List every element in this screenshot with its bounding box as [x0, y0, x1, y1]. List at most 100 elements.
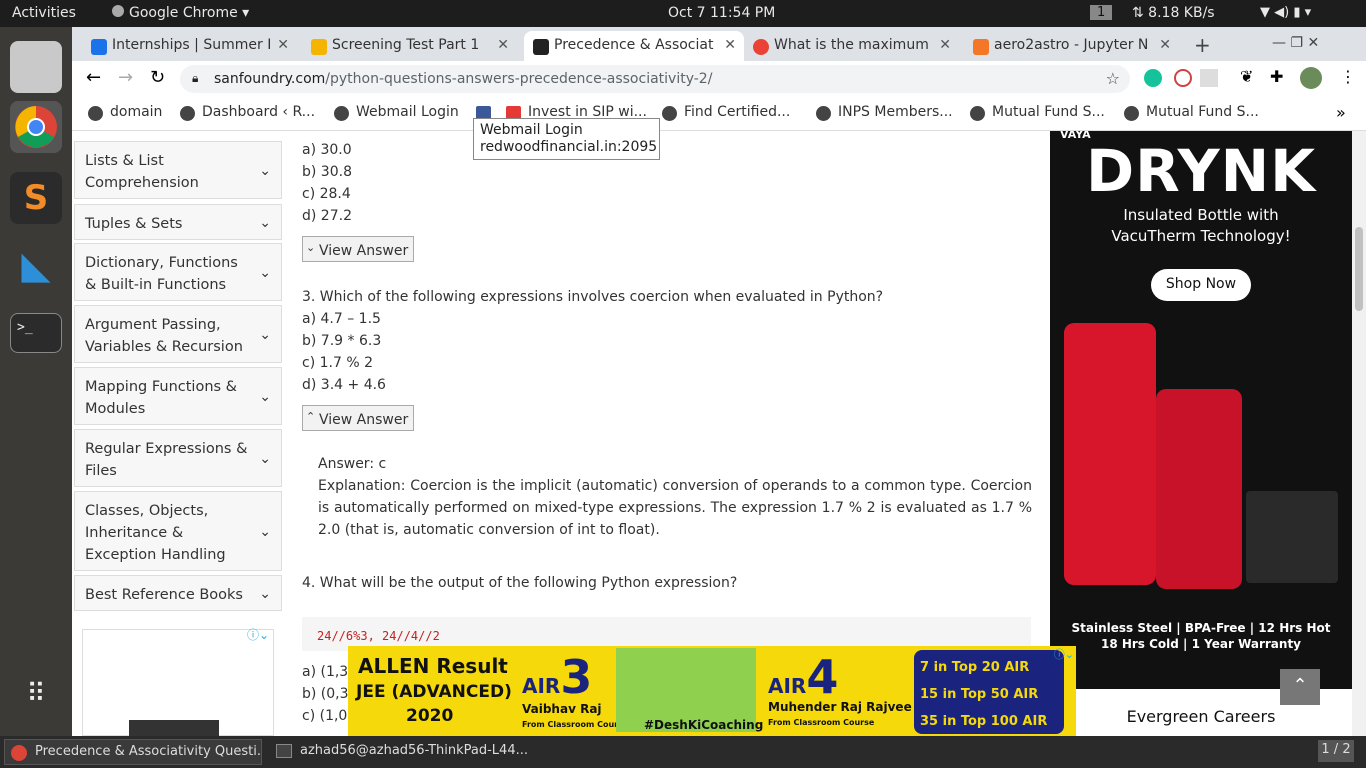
tab-favicon [91, 39, 107, 55]
star-icon[interactable]: ☆ [1106, 69, 1120, 88]
option-c: c) 28.4 [302, 186, 351, 202]
question-3: 3. Which of the following expressions in… [302, 289, 884, 305]
dark-reader-icon[interactable]: ❦ [1240, 67, 1253, 86]
stat-line: 35 in Top 100 AIR [920, 714, 1048, 729]
files-icon[interactable] [10, 41, 62, 93]
url-path: /python-questions-answers-precedence-ass… [325, 71, 713, 87]
globe-icon [180, 106, 195, 121]
close-icon[interactable]: ✕ [277, 37, 289, 53]
adchoices-icon[interactable]: ⓘ⌄ [1054, 646, 1074, 662]
tab-label: Screening Test Part 1 [332, 37, 480, 53]
sublime-text-icon[interactable]: S [10, 172, 62, 224]
ad-hashtag: #DeshKiCoaching [644, 718, 764, 732]
sidebar-item-books[interactable]: Best Reference Books ⌄ [74, 575, 282, 611]
sidebar-item-classes[interactable]: Classes, Objects, Inheritance & Exceptio… [74, 491, 282, 571]
sidebar-item-arguments[interactable]: Argument Passing, Variables & Recursion ⌄ [74, 305, 282, 363]
tab-label: Internships | Summer I [112, 37, 272, 53]
avatar[interactable] [1300, 67, 1322, 89]
bookmarks-overflow-icon[interactable]: » [1336, 103, 1346, 122]
sidebar-item-tuples[interactable]: Tuples & Sets ⌄ [74, 204, 282, 240]
student-name-2: Muhender Raj Rajvee [768, 700, 912, 714]
clock[interactable]: Oct 7 11:54 PM [668, 5, 775, 21]
forward-button[interactable]: → [118, 67, 133, 88]
globe-icon [662, 106, 677, 121]
sidebar-ad[interactable]: ⓘ⌄ [82, 626, 274, 736]
chevron-down-icon: ⌄ [259, 265, 271, 281]
vscode-icon[interactable]: ◣ [10, 239, 62, 291]
option-b: b) 7.9 * 6.3 [302, 333, 382, 349]
extension-icon[interactable] [1200, 69, 1218, 87]
taskbar-window-terminal[interactable]: azhad56@azhad56-ThinkPad-L44... [270, 739, 528, 765]
bookmark-item[interactable]: Mutual Fund S... [1124, 104, 1259, 121]
view-answer-button-q2[interactable]: ⌄ View Answer [302, 236, 414, 262]
tab-maximum[interactable]: What is the maximum ✕ [744, 31, 959, 61]
bookmark-item[interactable]: Webmail Login [334, 104, 459, 121]
answer-label: Answer: c [318, 456, 387, 472]
address-bar[interactable]: 🔒︎ sanfoundry.com/python-questions-answe… [180, 65, 1130, 93]
scrollbar[interactable] [1352, 131, 1366, 736]
allen-ad-banner[interactable]: ALLEN Result JEE (ADVANCED) 2020 AIR3 Va… [348, 646, 1076, 736]
menu-kebab-icon[interactable]: ⋮ [1340, 67, 1356, 86]
tab-favicon [973, 39, 989, 55]
option-c: c) 1.7 % 2 [302, 355, 373, 371]
back-button[interactable]: ← [86, 67, 101, 88]
view-answer-button-q3[interactable]: ⌃ View Answer [302, 405, 414, 431]
tab-label: aero2astro - Jupyter N [994, 37, 1149, 53]
bookmark-item[interactable]: INPS Members... [816, 104, 953, 121]
bookmark-item[interactable]: Mutual Fund S... [970, 104, 1105, 121]
system-tray-icons[interactable]: ▼ ◀) ▮ ▾ [1260, 5, 1311, 20]
terminal-icon[interactable]: >_ [10, 313, 62, 353]
sidebar-item-label: Mapping Functions & Modules [85, 379, 237, 417]
bookmark-label: INPS Members... [838, 104, 953, 120]
bookmark-item[interactable]: domain [88, 104, 162, 121]
adchoices-icon[interactable]: ⓘ⌄ [247, 626, 269, 643]
sidebar-item-label: Tuples & Sets [85, 216, 183, 232]
show-apps-icon[interactable]: ⠿ [10, 679, 62, 731]
close-icon[interactable]: ✕ [497, 37, 509, 53]
extension-icon[interactable] [1174, 69, 1192, 87]
shop-now-button[interactable]: Shop Now [1151, 269, 1251, 301]
drynk-ad[interactable]: VAYA DRYNK Insulated Bottle with VacuThe… [1050, 131, 1352, 689]
option-b: b) 30.8 [302, 164, 352, 180]
taskbar-window-chrome[interactable]: Precedence & Associativity Questi... [4, 739, 262, 765]
tab-internships[interactable]: Internships | Summer I ✕ [82, 31, 297, 61]
tab-precedence[interactable]: Precedence & Associat ✕ [524, 31, 744, 61]
ad-result: Result [436, 654, 508, 678]
student-name-1: Vaibhav Raj [522, 702, 602, 716]
stat-line: 7 in Top 20 AIR [920, 660, 1030, 675]
dock: S ◣ >_ ⠿ [0, 27, 72, 736]
terminal-icon [276, 744, 292, 758]
workspace-indicator[interactable]: 1 [1090, 5, 1113, 20]
sidebar-item-dictionary[interactable]: Dictionary, Functions & Built-in Functio… [74, 243, 282, 301]
chevron-down-icon: ⌄ [259, 163, 271, 179]
chevron-up-icon: ⌃ [306, 410, 316, 423]
tab-screening[interactable]: Screening Test Part 1 ✕ [302, 31, 517, 61]
chrome-icon[interactable] [10, 101, 62, 153]
bookmark-item[interactable]: Find Certified... [662, 104, 790, 121]
tab-jupyter[interactable]: aero2astro - Jupyter N ✕ [964, 31, 1179, 61]
bookmark-label: Webmail Login [356, 104, 459, 120]
ad-features: Stainless Steel | BPA-Free | 12 Hrs Hot [1071, 621, 1331, 635]
ad-subtitle: Insulated Bottle with VacuTherm Technolo… [1111, 206, 1291, 245]
activities-button[interactable]: Activities [12, 5, 76, 21]
close-icon[interactable]: ✕ [1159, 37, 1171, 53]
bookmark-item[interactable]: Dashboard ‹ R... [180, 104, 315, 121]
window-controls[interactable]: — ❐ ✕ [1272, 35, 1319, 51]
view-answer-label: View Answer [319, 412, 409, 428]
app-menu[interactable]: Google Chrome ▾ [112, 5, 249, 21]
scrollbar-thumb[interactable] [1355, 227, 1363, 311]
close-icon[interactable]: ✕ [939, 37, 951, 53]
url-host: sanfoundry.com [214, 71, 326, 87]
close-icon[interactable]: ✕ [724, 37, 736, 53]
tab-label: What is the maximum [774, 37, 929, 53]
new-tab-button[interactable]: + [1194, 33, 1211, 57]
sidebar-item-regex[interactable]: Regular Expressions & Files ⌄ [74, 429, 282, 487]
globe-icon [816, 106, 831, 121]
reload-button[interactable]: ↻ [150, 67, 165, 88]
sidebar-item-lists[interactable]: Lists & List Comprehension ⌄ [74, 141, 282, 199]
workspace-pager[interactable]: 1 / 2 [1318, 740, 1354, 762]
extensions-puzzle-icon[interactable]: ✚ [1270, 67, 1283, 86]
scroll-to-top-button[interactable]: ⌃ [1280, 669, 1320, 705]
grammarly-icon[interactable] [1144, 69, 1162, 87]
sidebar-item-mapping[interactable]: Mapping Functions & Modules ⌄ [74, 367, 282, 425]
